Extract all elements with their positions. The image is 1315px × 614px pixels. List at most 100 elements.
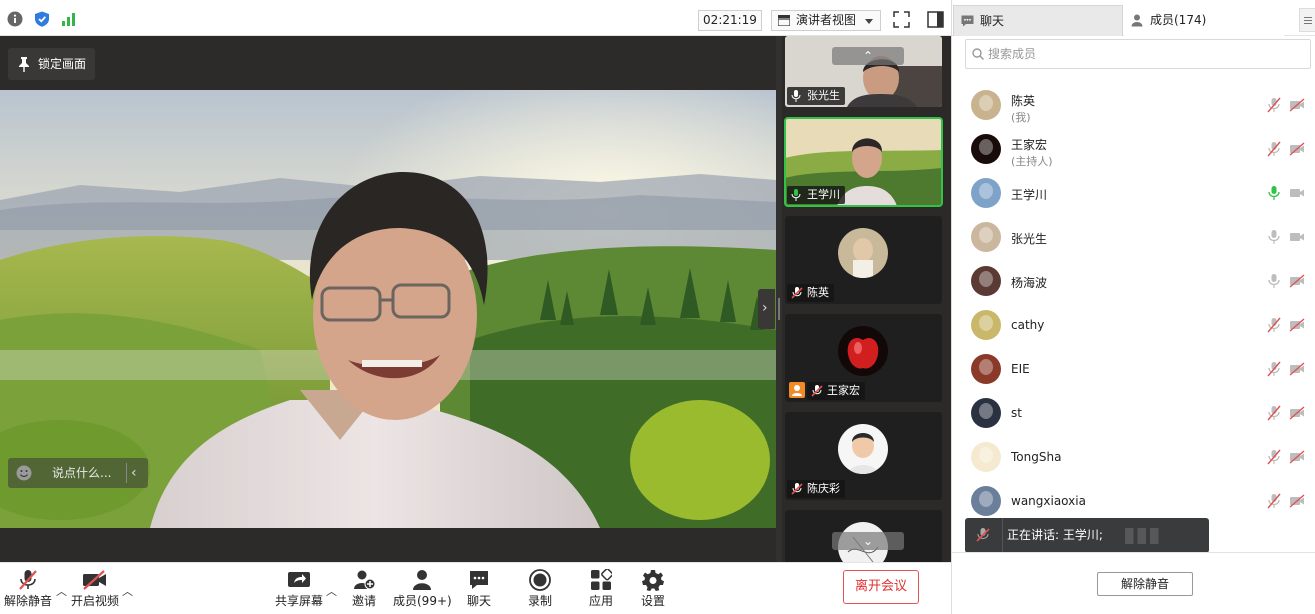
start-video-button[interactable]: 开启视频 bbox=[69, 567, 121, 611]
host-badge-icon bbox=[789, 382, 805, 398]
member-name: 王家宏 bbox=[1011, 138, 1048, 152]
member-row[interactable]: cathy bbox=[952, 304, 1315, 348]
camera-off-icon[interactable] bbox=[1289, 274, 1305, 291]
search-icon bbox=[972, 48, 984, 60]
side-panel: 聊天 成员(174) 搜索成员 陈英 (我) 王家宏 (主持人) 王学川张光生杨海波 ca… bbox=[951, 0, 1315, 614]
camera-icon[interactable] bbox=[1289, 186, 1305, 203]
apps-button[interactable]: 应用 bbox=[584, 567, 618, 611]
avatar bbox=[838, 228, 888, 278]
mic-icon[interactable] bbox=[1267, 273, 1281, 292]
side-panel-tabs: 聊天 成员(174) bbox=[952, 0, 1315, 36]
thumbnail-name-label: 陈庆彩 bbox=[787, 480, 845, 498]
speaking-text: 正在讲话: 王学川; bbox=[1007, 528, 1103, 542]
scroll-down-button[interactable]: ⌄ bbox=[832, 532, 904, 550]
unmute-button[interactable]: 解除静音 bbox=[4, 567, 52, 611]
member-row[interactable]: TongSha bbox=[952, 436, 1315, 480]
mic-muted-icon bbox=[791, 287, 803, 299]
member-row[interactable]: 陈英 (我) bbox=[952, 84, 1315, 128]
scroll-up-button[interactable]: ⌃ bbox=[832, 47, 904, 65]
thumbnail-name-label: 张光生 bbox=[787, 87, 845, 105]
chat-placeholder: 说点什么... bbox=[52, 466, 112, 480]
fullscreen-icon[interactable] bbox=[893, 11, 910, 28]
members-button[interactable]: 成员(99+) bbox=[393, 567, 452, 611]
chevron-up-icon[interactable]: ︿ bbox=[56, 583, 67, 599]
camera-off-icon[interactable] bbox=[1289, 98, 1305, 115]
view-mode-dropdown[interactable]: 演讲者视图 bbox=[771, 10, 881, 31]
record-button[interactable]: 录制 bbox=[523, 567, 557, 611]
leave-meeting-button[interactable]: 离开会议 bbox=[843, 570, 919, 604]
mic-muted-icon[interactable] bbox=[1267, 361, 1281, 380]
chevron-up-icon[interactable]: ︿ bbox=[122, 583, 133, 599]
member-row[interactable]: 杨海波 bbox=[952, 260, 1315, 304]
mic-muted-icon[interactable] bbox=[1267, 97, 1281, 116]
shield-icon[interactable] bbox=[34, 11, 50, 27]
camera-off-icon[interactable] bbox=[1289, 318, 1305, 335]
member-search-input[interactable]: 搜索成员 bbox=[965, 39, 1311, 69]
avatar bbox=[971, 442, 1001, 472]
camera-off-icon[interactable] bbox=[1289, 362, 1305, 379]
invite-button[interactable]: 邀请 bbox=[347, 567, 381, 611]
chevron-down-icon bbox=[865, 19, 873, 24]
mic-muted-icon[interactable] bbox=[1267, 493, 1281, 512]
thumbnail-name-label: 王家宏 bbox=[807, 382, 865, 400]
chevron-up-icon[interactable]: ︿ bbox=[326, 583, 337, 599]
chat-button[interactable]: 聊天 bbox=[462, 567, 496, 611]
avatar bbox=[971, 222, 1001, 252]
thumbnail-tile-active[interactable]: 王学川 bbox=[784, 117, 943, 207]
member-name: 王学川 bbox=[1011, 188, 1048, 202]
tab-chat[interactable]: 聊天 bbox=[953, 5, 1123, 36]
lock-screen-label: 锁定画面 bbox=[38, 57, 87, 71]
camera-off-icon bbox=[83, 570, 106, 590]
member-row[interactable]: 王家宏 (主持人) bbox=[952, 128, 1315, 172]
settings-button[interactable]: 设置 bbox=[636, 567, 670, 611]
avatar bbox=[971, 134, 1001, 164]
signal-icon[interactable] bbox=[61, 11, 77, 27]
quick-chat-input[interactable]: 说点什么... ‹ bbox=[8, 458, 148, 488]
thumbnail-tile[interactable]: 王家宏 bbox=[785, 314, 942, 402]
mic-muted-icon[interactable] bbox=[1267, 141, 1281, 160]
mic-muted-icon[interactable] bbox=[1267, 317, 1281, 336]
avatar bbox=[838, 424, 888, 474]
share-screen-button[interactable]: 共享屏幕 bbox=[274, 567, 324, 611]
mic-icon bbox=[791, 90, 801, 102]
camera-off-icon[interactable] bbox=[1289, 494, 1305, 511]
unmute-self-button[interactable]: 解除静音 bbox=[1097, 572, 1193, 596]
avatar bbox=[971, 266, 1001, 296]
mic-icon[interactable] bbox=[1267, 229, 1281, 248]
camera-off-icon[interactable] bbox=[1289, 450, 1305, 467]
lock-screen-button[interactable]: 锁定画面 bbox=[8, 48, 95, 80]
thumbnail-tile[interactable]: ⌄ bbox=[785, 510, 942, 562]
member-row[interactable]: 张光生 bbox=[952, 216, 1315, 260]
mic-muted-icon[interactable] bbox=[975, 527, 991, 543]
gear-icon bbox=[642, 570, 664, 591]
thumbnail-tile[interactable]: 陈英 bbox=[785, 216, 942, 304]
thumbnail-tile[interactable]: 陈庆彩 bbox=[785, 412, 942, 500]
camera-off-icon[interactable] bbox=[1289, 406, 1305, 423]
divider bbox=[126, 463, 127, 483]
thumbnail-tile[interactable]: ⌃ 张光生 bbox=[785, 36, 942, 107]
emoji-icon[interactable] bbox=[16, 465, 32, 481]
chevron-left-icon[interactable]: ‹ bbox=[131, 458, 137, 488]
chat-icon bbox=[470, 571, 488, 589]
layout-icon[interactable] bbox=[927, 11, 944, 28]
info-icon[interactable] bbox=[7, 11, 23, 27]
main-video-area[interactable]: 锁定画面 说点什么... ‹ bbox=[0, 36, 776, 562]
chevron-right-icon: › bbox=[762, 300, 768, 316]
mic-muted-icon[interactable] bbox=[1267, 449, 1281, 468]
search-placeholder: 搜索成员 bbox=[988, 47, 1037, 61]
collapse-thumbnails-button[interactable]: › bbox=[758, 289, 775, 329]
mic-active-icon[interactable] bbox=[1267, 185, 1281, 204]
member-name: 张光生 bbox=[1011, 232, 1048, 246]
member-name: TongSha bbox=[1011, 450, 1062, 464]
member-row[interactable]: EIE bbox=[952, 348, 1315, 392]
member-row[interactable]: st bbox=[952, 392, 1315, 436]
camera-icon[interactable] bbox=[1289, 230, 1305, 247]
avatar bbox=[971, 486, 1001, 516]
avatar bbox=[838, 326, 888, 376]
member-name: st bbox=[1011, 406, 1022, 420]
panel-menu-button[interactable] bbox=[1299, 8, 1315, 32]
camera-off-icon[interactable] bbox=[1289, 142, 1305, 159]
tab-members[interactable]: 成员(174) bbox=[1124, 5, 1284, 36]
mic-muted-icon[interactable] bbox=[1267, 405, 1281, 424]
member-row[interactable]: 王学川 bbox=[952, 172, 1315, 216]
